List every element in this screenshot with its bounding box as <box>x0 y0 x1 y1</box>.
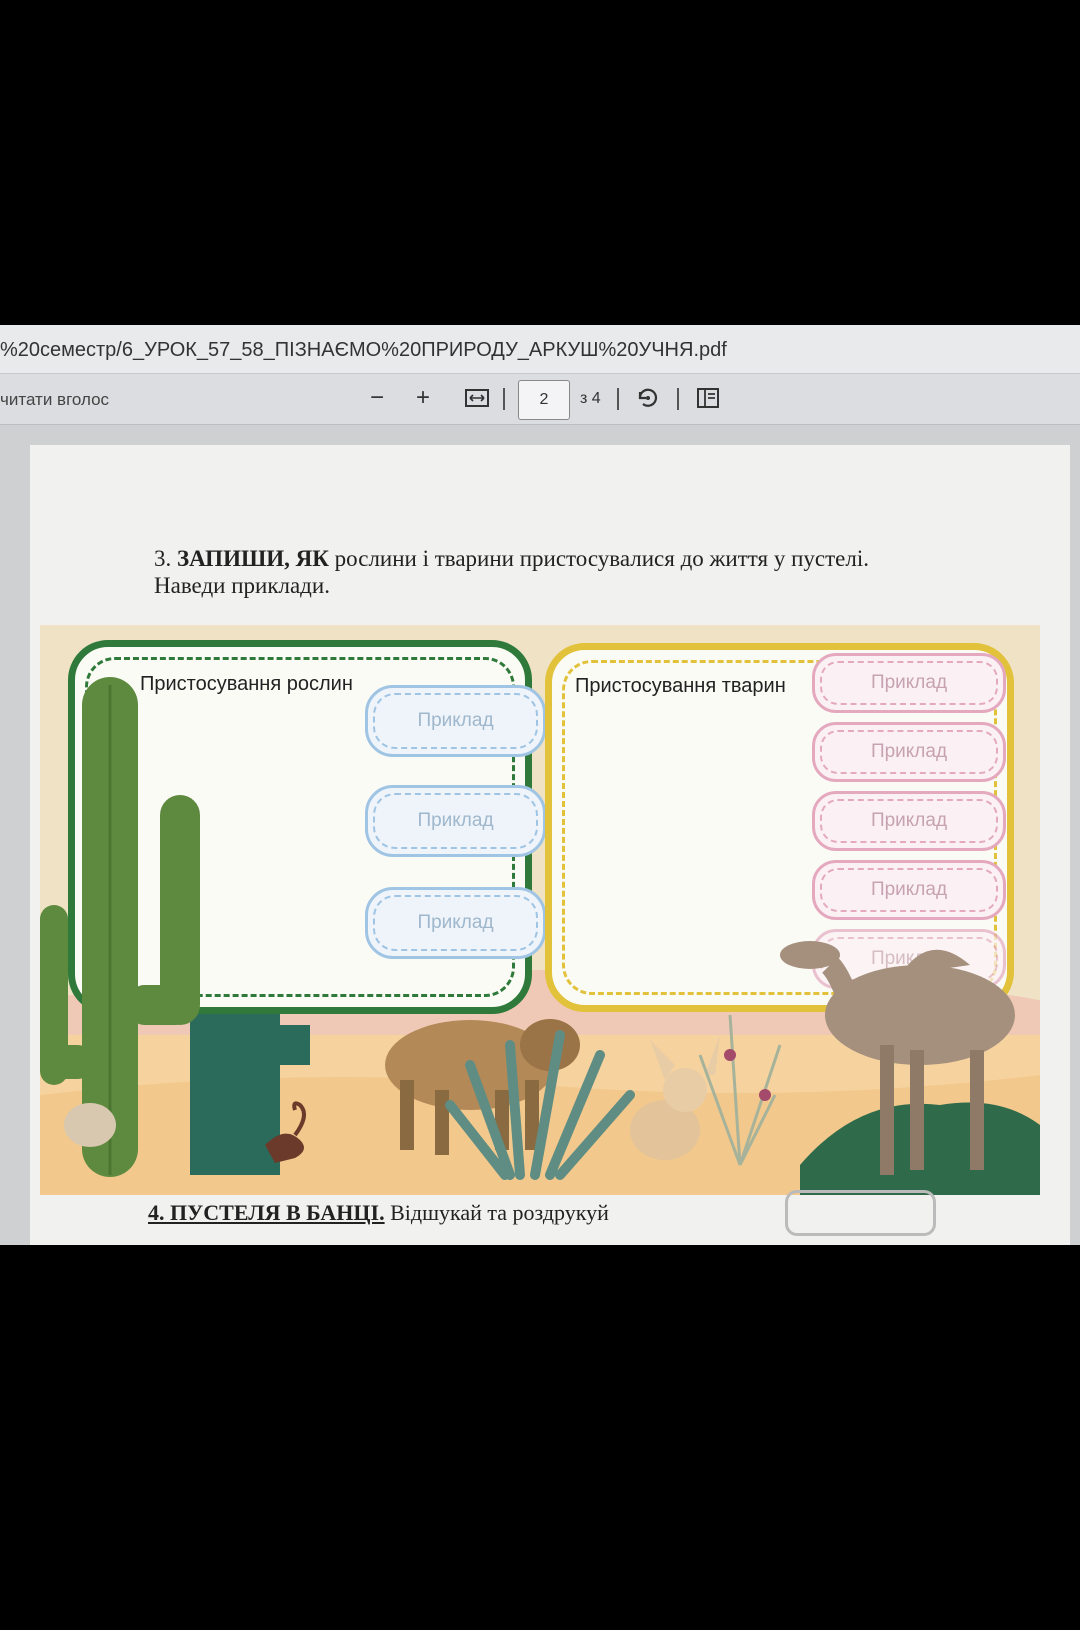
toolbar-divider <box>503 388 505 410</box>
pdf-toolbar: читати вголос − + 2 з 4 <box>0 374 1080 425</box>
example-placeholder: Приклад <box>870 810 948 831</box>
page-number-input[interactable]: 2 <box>518 380 570 420</box>
address-bar[interactable]: %20семестр/6_УРОК_57_58_ПІЗНАЄМО%20ПРИРО… <box>0 325 1080 374</box>
read-aloud-button[interactable]: читати вголос <box>0 390 109 410</box>
zoom-out-button[interactable]: − <box>362 384 392 412</box>
desert-worksheet: Пристосування рослин Приклад Приклад При… <box>40 625 1040 1195</box>
plants-heading: Пристосування рослин <box>140 673 353 695</box>
animals-heading: Пристосування тварин <box>575 675 786 697</box>
animal-example-box-3[interactable]: Приклад <box>812 791 1006 851</box>
task-4-text: Відшукай та роздрукуй <box>384 1200 609 1225</box>
zoom-in-button[interactable]: + <box>408 384 438 412</box>
animal-example-box-2[interactable]: Приклад <box>812 722 1006 782</box>
toolbar-divider <box>677 388 679 410</box>
animal-example-box-1[interactable]: Приклад <box>812 653 1006 713</box>
example-placeholder: Приклад <box>870 879 948 900</box>
task-text: рослини і тварини пристосувалися до житт… <box>328 546 869 571</box>
jar-illustration <box>785 1190 936 1236</box>
task-text-line2: Наведи приклади. <box>154 573 330 598</box>
animal-example-box-5[interactable]: Приклад <box>812 929 1006 989</box>
example-placeholder: Приклад <box>417 912 494 933</box>
fit-width-icon[interactable] <box>462 384 492 412</box>
plant-example-box-2[interactable]: Приклад <box>365 785 546 857</box>
page-view-icon[interactable] <box>693 384 723 412</box>
browser-window: %20семестр/6_УРОК_57_58_ПІЗНАЄМО%20ПРИРО… <box>0 325 1080 1245</box>
plant-example-box-1[interactable]: Приклад <box>365 685 546 757</box>
url-text: %20семестр/6_УРОК_57_58_ПІЗНАЄМО%20ПРИРО… <box>0 339 727 361</box>
animal-example-box-4[interactable]: Приклад <box>812 860 1006 920</box>
task-3-title: 3. ЗАПИШИ, ЯК рослини і тварини пристосу… <box>154 545 1004 599</box>
pdf-page: 3. ЗАПИШИ, ЯК рослини і тварини пристосу… <box>30 445 1070 1245</box>
task-bold-lead: ЗАПИШИ, ЯК <box>177 546 329 571</box>
task-4-title: 4. ПУСТЕЛЯ В БАНЦІ. Відшукай та роздруку… <box>148 1200 609 1226</box>
task-number: 3. <box>154 546 172 571</box>
example-placeholder: Приклад <box>417 710 494 731</box>
rotate-icon[interactable] <box>633 384 663 412</box>
example-placeholder: Приклад <box>870 672 948 693</box>
toolbar-divider <box>617 388 619 410</box>
example-placeholder: Приклад <box>870 741 948 762</box>
example-placeholder: Приклад <box>870 948 948 969</box>
example-placeholder: Приклад <box>417 810 494 831</box>
plant-example-box-3[interactable]: Приклад <box>365 887 546 959</box>
page-total: з 4 <box>580 390 601 407</box>
task-4-bold-lead: 4. ПУСТЕЛЯ В БАНЦІ. <box>148 1200 385 1225</box>
